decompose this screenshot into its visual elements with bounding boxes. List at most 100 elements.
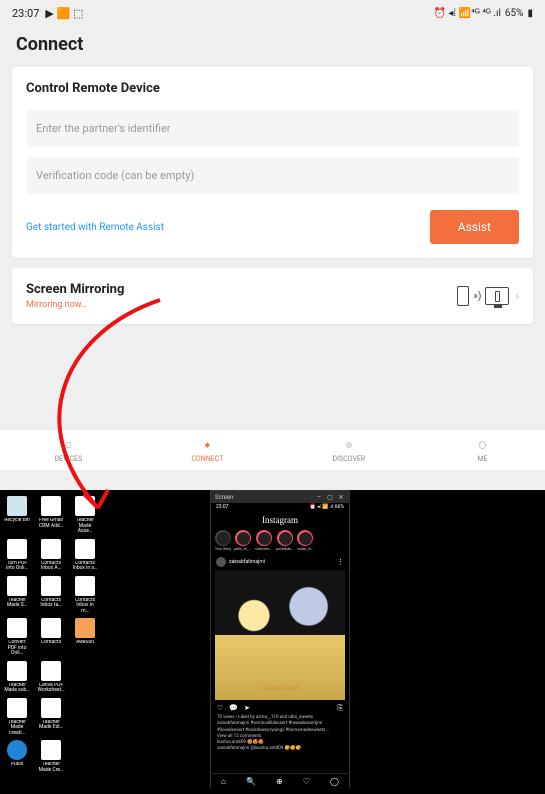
more-icon[interactable]: ⋮ <box>337 558 344 566</box>
bottom-nav: ▢ DEVICES ◆ CONNECT ◎ DISCOVER ◯ ME <box>0 430 545 470</box>
story-item[interactable]: pastelbakes… <box>276 530 294 551</box>
verification-code-input[interactable]: Verification code (can be empty) <box>26 157 519 194</box>
mirrored-time: 23:07 <box>216 504 228 512</box>
desktop-icon[interactable]: Contacts Inbox ta… <box>38 576 64 615</box>
post-overlay-text: Custard Rabri <box>260 684 299 692</box>
partner-identifier-input[interactable]: Enter the partner's identifier <box>26 110 519 147</box>
mirroring-icon: ») <box>457 286 509 306</box>
assist-button[interactable]: Assist <box>430 210 519 244</box>
desktop-icon[interactable]: AweSun <box>72 618 98 657</box>
desktop-icon[interactable]: Turn PDF into Onli… <box>4 539 30 572</box>
screen-mirroring-card[interactable]: Screen Mirroring Mirroring now… ») › <box>12 268 533 324</box>
desktop-icon[interactable]: Teacher Made sub… <box>4 661 30 694</box>
instagram-logo: Instagram <box>211 513 349 527</box>
file-icon <box>7 618 27 638</box>
mirror-title: Screen Mirroring <box>26 282 124 297</box>
nav-tab-discover[interactable]: ◎ DISCOVER <box>333 437 366 463</box>
android-status-bar: 23:07 ▶ 🟧 ⬚ ⏰ ◂⁞ 📶⁴ᴳ ⁴ᴳ .ıl 65% ▮ <box>0 0 545 26</box>
window-titlebar[interactable]: Screen – ▢ ✕ <box>211 491 349 503</box>
connect-icon: ◆ <box>199 437 215 453</box>
mirrored-status-bar: 23:07 ⏰ ◂⁞ 📶 .ıl 66% <box>211 503 349 513</box>
desktop-icon[interactable]: Teacher Made S… <box>4 576 30 615</box>
stories-row[interactable]: Your Story pâtis_ch_t… shahreen_pa… past… <box>211 527 349 554</box>
mirrored-phone-window[interactable]: Screen – ▢ ✕ 23:07 ⏰ ◂⁞ 📶 .ıl 66% Instag… <box>210 490 350 788</box>
mirrored-indicators: ⏰ ◂⁞ 📶 .ıl 66% <box>310 504 344 512</box>
mirror-status: Mirroring now… <box>26 300 124 310</box>
desktop-icon[interactable]: Teacher Made Cre… <box>38 740 64 773</box>
instagram-bottom-nav: ⌂ 🔍 ⊕ ♡ ◯ <box>211 773 349 789</box>
mobile-app-screen: 23:07 ▶ 🟧 ⬚ ⏰ ◂⁞ 📶⁴ᴳ ⁴ᴳ .ıl 65% ▮ Connec… <box>0 0 545 490</box>
desktop-icon[interactable]: Contacts <box>38 618 64 657</box>
post-header[interactable]: zainabfatimajmi ⋮ <box>211 554 349 570</box>
recycle-bin-icon <box>7 496 27 516</box>
desktop-icon-grid: Recycle Bin Free Gmail CRM Add… Teacher … <box>4 496 98 773</box>
nav-tab-devices[interactable]: ▢ DEVICES <box>55 437 83 463</box>
desktop-icon[interactable]: Teacher Made creati… <box>4 698 30 737</box>
discover-icon: ◎ <box>341 437 357 453</box>
nav-tab-connect[interactable]: ◆ CONNECT <box>191 437 223 463</box>
post-username: zainabfatimajmi <box>229 559 334 565</box>
desktop-icon[interactable]: Convert PDF into Onli… <box>4 618 30 657</box>
story-item[interactable]: Your Story <box>215 530 231 551</box>
publii-icon <box>7 740 27 760</box>
caption-line: zainabfatimajmi #vermicellidessert #rawa… <box>217 721 343 734</box>
status-app-icons: ▶ 🟧 ⬚ <box>45 7 83 20</box>
desktop-icon[interactable]: Publii <box>4 740 30 773</box>
nav-label: ME <box>477 455 487 463</box>
story-item[interactable]: pâtis_ch_t… <box>234 530 252 551</box>
desktop-icon[interactable]: Contacts Inbox in m… <box>72 576 98 615</box>
desktop-screenshot: Recycle Bin Free Gmail CRM Add… Teacher … <box>0 490 545 794</box>
close-icon[interactable]: ✕ <box>337 494 345 501</box>
desktop-icon[interactable]: Canva PDF Worksheet… <box>38 661 64 694</box>
battery-icon: ▮ <box>527 8 533 19</box>
nav-tab-me[interactable]: ◯ ME <box>474 437 490 463</box>
comment-icon[interactable]: 💬 <box>229 704 238 713</box>
minimize-icon[interactable]: – <box>315 494 323 501</box>
file-icon <box>7 539 27 559</box>
status-indicators: ⏰ ◂⁞ 📶⁴ᴳ ⁴ᴳ .ıl <box>433 8 500 19</box>
file-icon <box>41 496 61 516</box>
file-icon <box>41 618 61 638</box>
desktop-icon[interactable]: Contacts Inbox in s… <box>72 539 98 572</box>
instagram-app: 23:07 ⏰ ◂⁞ 📶 .ıl 66% Instagram Your Stor… <box>211 503 349 789</box>
window-title: Screen <box>215 494 233 501</box>
file-icon <box>75 539 95 559</box>
desktop-icon[interactable]: Contacts Inbox A… <box>38 539 64 572</box>
remote-assist-link[interactable]: Get started with Remote Assist <box>26 222 164 233</box>
post-image[interactable]: Custard Rabri <box>215 570 345 700</box>
chevron-right-icon: › <box>515 289 519 303</box>
phone-icon <box>457 286 469 306</box>
avatar <box>216 557 226 567</box>
activity-icon[interactable]: ♡ <box>303 777 310 786</box>
search-icon[interactable]: 🔍 <box>246 777 256 786</box>
story-item[interactable]: shahreen_pa… <box>255 530 273 551</box>
maximize-icon[interactable]: ▢ <box>326 494 334 501</box>
monitor-icon <box>485 287 509 305</box>
file-icon <box>41 539 61 559</box>
story-item[interactable]: indian_m… <box>297 530 313 551</box>
add-icon[interactable]: ⊕ <box>276 777 283 786</box>
home-icon[interactable]: ⌂ <box>221 777 226 786</box>
status-time: 23:07 <box>12 7 39 20</box>
comment-line: zainabfatimajmi @bushra.ant409 😘😘😘 <box>217 746 343 752</box>
file-icon <box>41 661 61 681</box>
share-icon[interactable]: ➤ <box>244 704 250 713</box>
profile-icon[interactable]: ◯ <box>330 777 339 786</box>
file-icon <box>41 698 61 718</box>
control-remote-card: Control Remote Device Enter the partner'… <box>12 67 533 258</box>
file-icon <box>75 576 95 596</box>
nav-label: DISCOVER <box>333 455 366 463</box>
desktop-icon[interactable]: Teacher Made Asse… <box>72 496 98 535</box>
page-title: Connect <box>0 26 545 67</box>
desktop-icon[interactable]: Free Gmail CRM Add… <box>38 496 64 535</box>
me-icon: ◯ <box>474 437 490 453</box>
save-icon[interactable]: ⎘ <box>337 704 343 713</box>
nav-label: CONNECT <box>191 455 223 463</box>
desktop-icon[interactable]: Teacher Made Edi… <box>38 698 64 737</box>
like-icon[interactable]: ♡ <box>217 704 223 713</box>
awesun-icon <box>75 618 95 638</box>
file-icon <box>7 661 27 681</box>
post-meta: 70 views • Liked by azma__110 and rabii_… <box>211 715 349 753</box>
post-actions: ♡ 💬 ➤ ⎘ <box>211 700 349 715</box>
desktop-icon[interactable]: Recycle Bin <box>4 496 30 535</box>
